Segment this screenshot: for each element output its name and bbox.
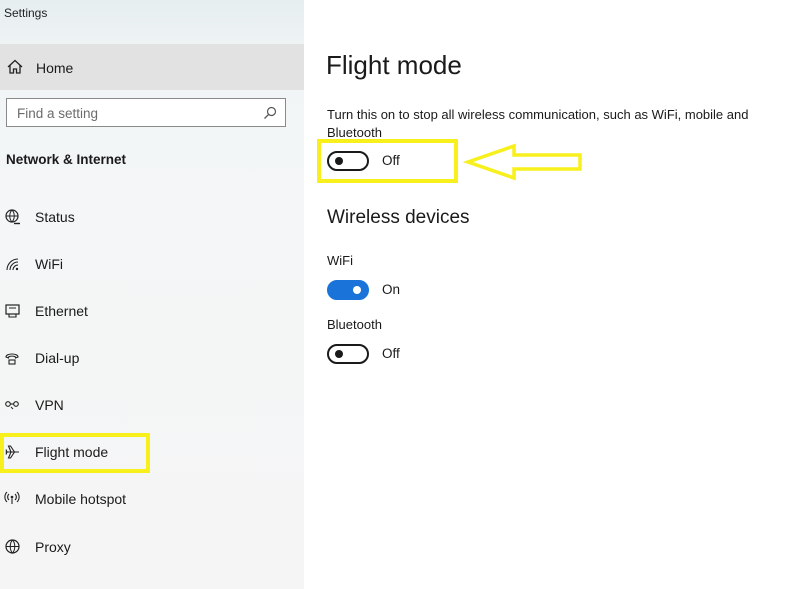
globe-icon	[4, 538, 22, 556]
wireless-devices-heading: Wireless devices	[327, 207, 470, 228]
flight-mode-description: Turn this on to stop all wireless commun…	[327, 107, 749, 140]
hotspot-icon	[4, 490, 22, 508]
sidebar-item-label: Status	[35, 209, 75, 225]
home-nav-item[interactable]: Home	[0, 44, 304, 90]
sidebar-item-vpn[interactable]: VPN	[0, 387, 300, 423]
dial-up-icon	[4, 349, 22, 367]
sidebar-item-label: VPN	[35, 397, 64, 413]
globe-status-icon	[4, 208, 22, 226]
bluetooth-toggle-state: Off	[382, 346, 400, 361]
sidebar-item-dial-up[interactable]: Dial-up	[0, 340, 300, 376]
sidebar-item-proxy[interactable]: Proxy	[0, 529, 300, 565]
bluetooth-toggle[interactable]	[327, 344, 369, 364]
sidebar-item-status[interactable]: Status	[0, 199, 300, 235]
vpn-icon	[4, 396, 22, 414]
wifi-toggle-state: On	[382, 282, 401, 297]
sidebar-item-label: Mobile hotspot	[35, 491, 127, 507]
sidebar-item-label: Proxy	[35, 539, 71, 555]
ethernet-icon	[4, 302, 22, 320]
find-setting-search-input[interactable]: Find a setting	[6, 98, 286, 127]
sidebar-item-wifi[interactable]: WiFi	[0, 246, 300, 282]
pointer-arrow-icon	[462, 143, 582, 181]
section-title: Network & Internet	[6, 152, 127, 167]
wifi-label: WiFi	[327, 253, 353, 268]
wifi-toggle-row: On	[327, 279, 527, 301]
window-title: Settings	[4, 6, 48, 20]
flight-mode-nav-highlight	[0, 433, 150, 473]
bluetooth-toggle-row: Off	[327, 343, 527, 365]
toggle-knob	[353, 286, 361, 294]
sidebar-item-ethernet[interactable]: Ethernet	[0, 293, 300, 329]
wifi-icon	[4, 255, 22, 273]
toggle-knob	[335, 350, 343, 358]
sidebar-item-mobile-hotspot[interactable]: Mobile hotspot	[0, 481, 300, 517]
home-label: Home	[36, 60, 74, 76]
settings-sidebar: Settings Home Find a setting Network & I…	[0, 0, 304, 589]
flight-mode-toggle-highlight	[317, 139, 458, 183]
sidebar-item-label: Ethernet	[35, 303, 88, 319]
page-title: Flight mode	[326, 50, 462, 80]
search-placeholder: Find a setting	[17, 106, 99, 121]
home-icon	[6, 58, 24, 76]
search-icon[interactable]	[263, 106, 277, 120]
sidebar-item-label: WiFi	[35, 256, 63, 272]
bluetooth-label: Bluetooth	[327, 317, 382, 332]
sidebar-item-label: Dial-up	[35, 350, 80, 366]
wifi-toggle[interactable]	[327, 280, 369, 300]
